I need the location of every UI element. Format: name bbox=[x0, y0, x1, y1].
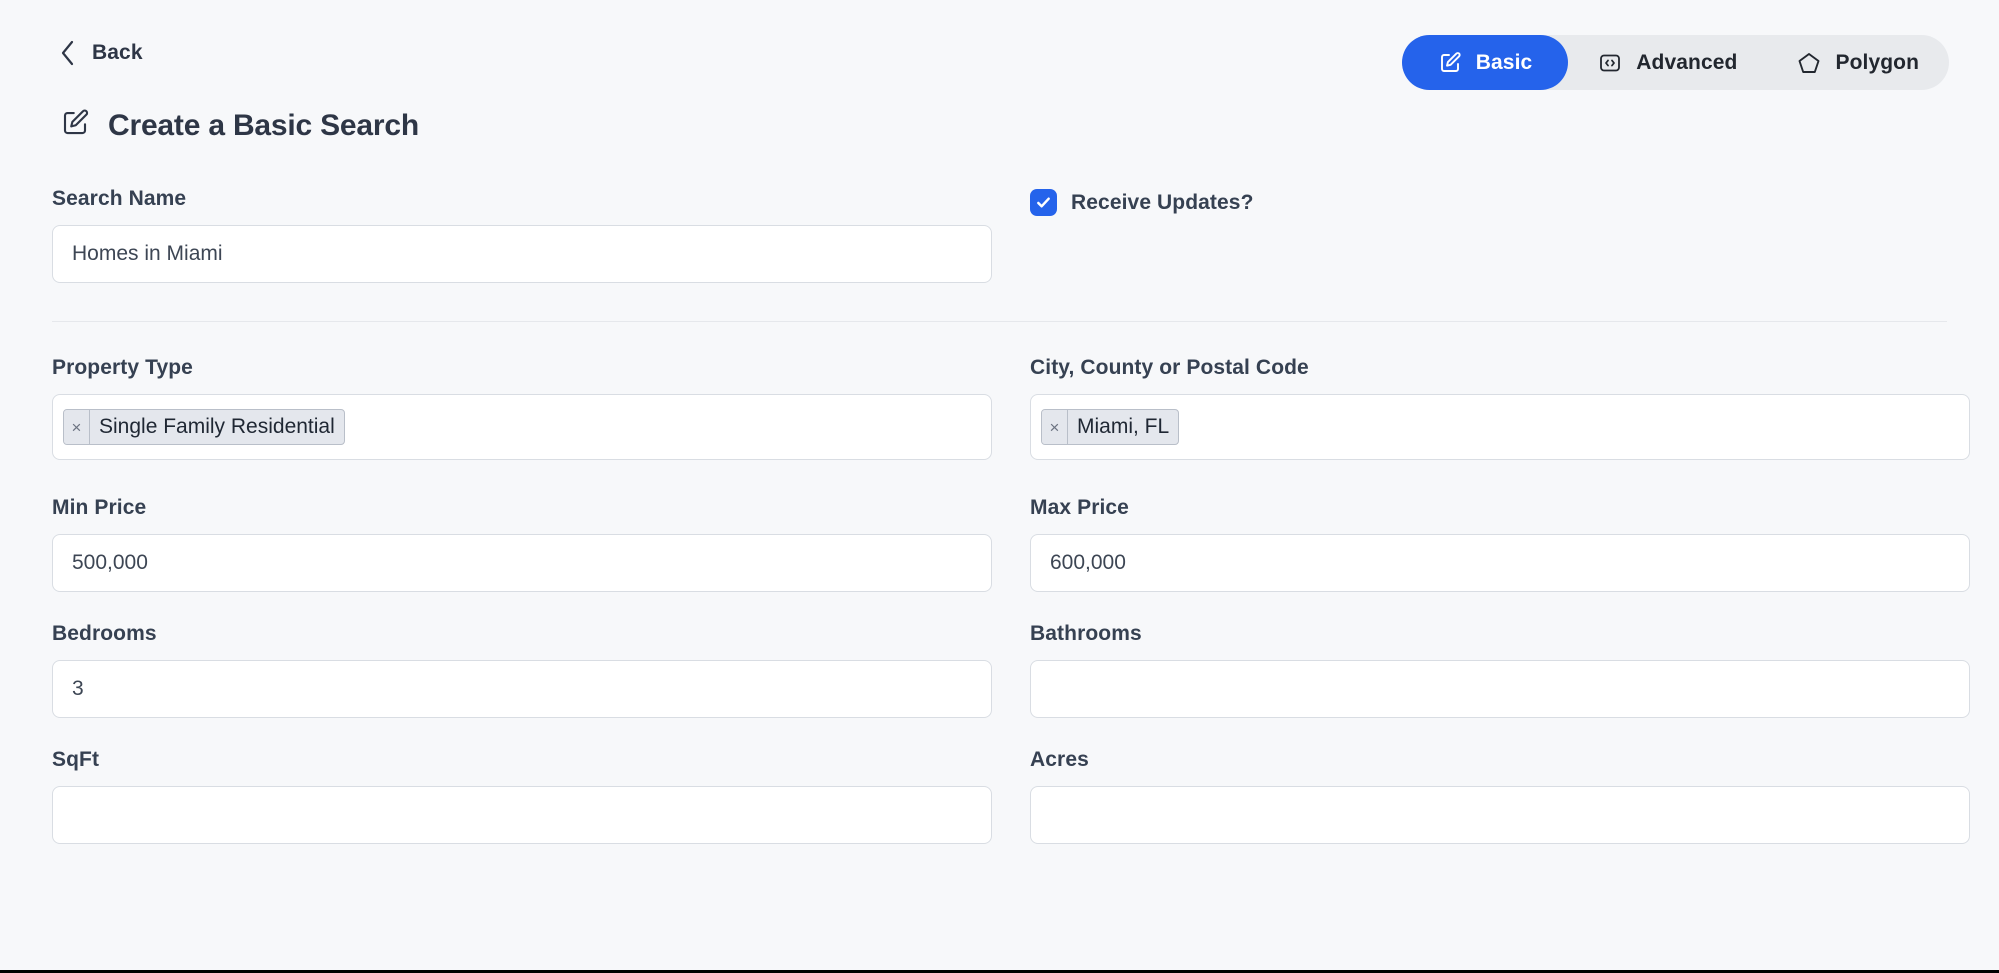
chip-property-type[interactable]: × Single Family Residential bbox=[63, 409, 345, 445]
chip-label: Miami, FL bbox=[1077, 415, 1170, 438]
field-bathrooms: Bathrooms bbox=[1030, 622, 1970, 718]
tab-basic-label: Basic bbox=[1475, 50, 1533, 74]
search-name-input[interactable] bbox=[52, 225, 992, 283]
chip-location[interactable]: × Miami, FL bbox=[1041, 409, 1180, 445]
location-multiselect[interactable]: × Miami, FL bbox=[1030, 394, 1970, 460]
min-price-label: Min Price bbox=[52, 496, 147, 519]
property-type-label: Property Type bbox=[52, 356, 193, 379]
page-title-row: Create a Basic Search bbox=[60, 102, 1999, 143]
tab-polygon[interactable]: Polygon bbox=[1767, 35, 1949, 90]
acres-input[interactable] bbox=[1030, 786, 1970, 844]
form-row-rooms: Bedrooms Bathrooms bbox=[52, 622, 1970, 718]
sqft-input[interactable] bbox=[52, 786, 992, 844]
field-max-price: Max Price bbox=[1030, 496, 1970, 592]
field-property-type: Property Type × Single Family Residentia… bbox=[52, 356, 992, 460]
search-mode-tabs: Basic Advanced Polygon bbox=[1401, 35, 1949, 90]
pencil-square-icon bbox=[1438, 51, 1462, 75]
location-label: City, County or Postal Code bbox=[1030, 356, 1309, 379]
top-bar: Back Basic Advanced Polygon bbox=[0, 0, 1999, 102]
acres-label: Acres bbox=[1030, 748, 1089, 771]
back-button[interactable]: Back bbox=[60, 40, 143, 66]
receive-updates-label[interactable]: Receive Updates? bbox=[1071, 191, 1254, 215]
check-icon bbox=[1035, 194, 1052, 211]
bathrooms-label: Bathrooms bbox=[1030, 622, 1142, 645]
back-button-label: Back bbox=[92, 41, 143, 64]
basic-search-form-lower: Property Type × Single Family Residentia… bbox=[0, 356, 1999, 844]
field-acres: Acres bbox=[1030, 748, 1970, 844]
tab-advanced-label: Advanced bbox=[1636, 50, 1738, 74]
search-name-label: Search Name bbox=[52, 187, 187, 210]
receive-updates-row[interactable]: Receive Updates? bbox=[1030, 187, 1970, 216]
chip-remove-icon[interactable]: × bbox=[1042, 410, 1068, 444]
form-row-name-updates: Search Name Receive Updates? bbox=[52, 187, 1947, 283]
form-row-type-location: Property Type × Single Family Residentia… bbox=[52, 356, 1970, 460]
basic-search-form: Search Name Receive Updates? bbox=[0, 187, 1999, 283]
bedrooms-input[interactable] bbox=[52, 660, 992, 718]
field-min-price: Min Price bbox=[52, 496, 992, 592]
chip-label: Single Family Residential bbox=[99, 415, 335, 438]
min-price-input[interactable] bbox=[52, 534, 992, 592]
max-price-label: Max Price bbox=[1030, 496, 1129, 519]
tab-basic[interactable]: Basic bbox=[1401, 35, 1569, 90]
tab-advanced[interactable]: Advanced bbox=[1568, 35, 1767, 90]
section-divider bbox=[52, 321, 1947, 322]
sqft-label: SqFt bbox=[52, 748, 100, 771]
tab-polygon-label: Polygon bbox=[1835, 50, 1919, 74]
pentagon-icon bbox=[1797, 51, 1821, 75]
bathrooms-input[interactable] bbox=[1030, 660, 1970, 718]
chevron-left-icon bbox=[60, 40, 76, 66]
field-receive-updates: Receive Updates? bbox=[1030, 187, 1970, 283]
field-search-name: Search Name bbox=[52, 187, 992, 283]
bedrooms-label: Bedrooms bbox=[52, 622, 157, 645]
code-brackets-icon bbox=[1598, 51, 1622, 75]
field-bedrooms: Bedrooms bbox=[52, 622, 992, 718]
max-price-input[interactable] bbox=[1030, 534, 1970, 592]
field-sqft: SqFt bbox=[52, 748, 992, 844]
form-row-size: SqFt Acres bbox=[52, 748, 1970, 844]
form-row-price: Min Price Max Price bbox=[52, 496, 1970, 592]
page-title: Create a Basic Search bbox=[108, 108, 419, 142]
receive-updates-checkbox[interactable] bbox=[1030, 189, 1057, 216]
pencil-square-icon bbox=[60, 108, 90, 143]
chip-remove-icon[interactable]: × bbox=[64, 410, 90, 444]
property-type-multiselect[interactable]: × Single Family Residential bbox=[52, 394, 992, 460]
field-location: City, County or Postal Code × Miami, FL bbox=[1030, 356, 1970, 460]
